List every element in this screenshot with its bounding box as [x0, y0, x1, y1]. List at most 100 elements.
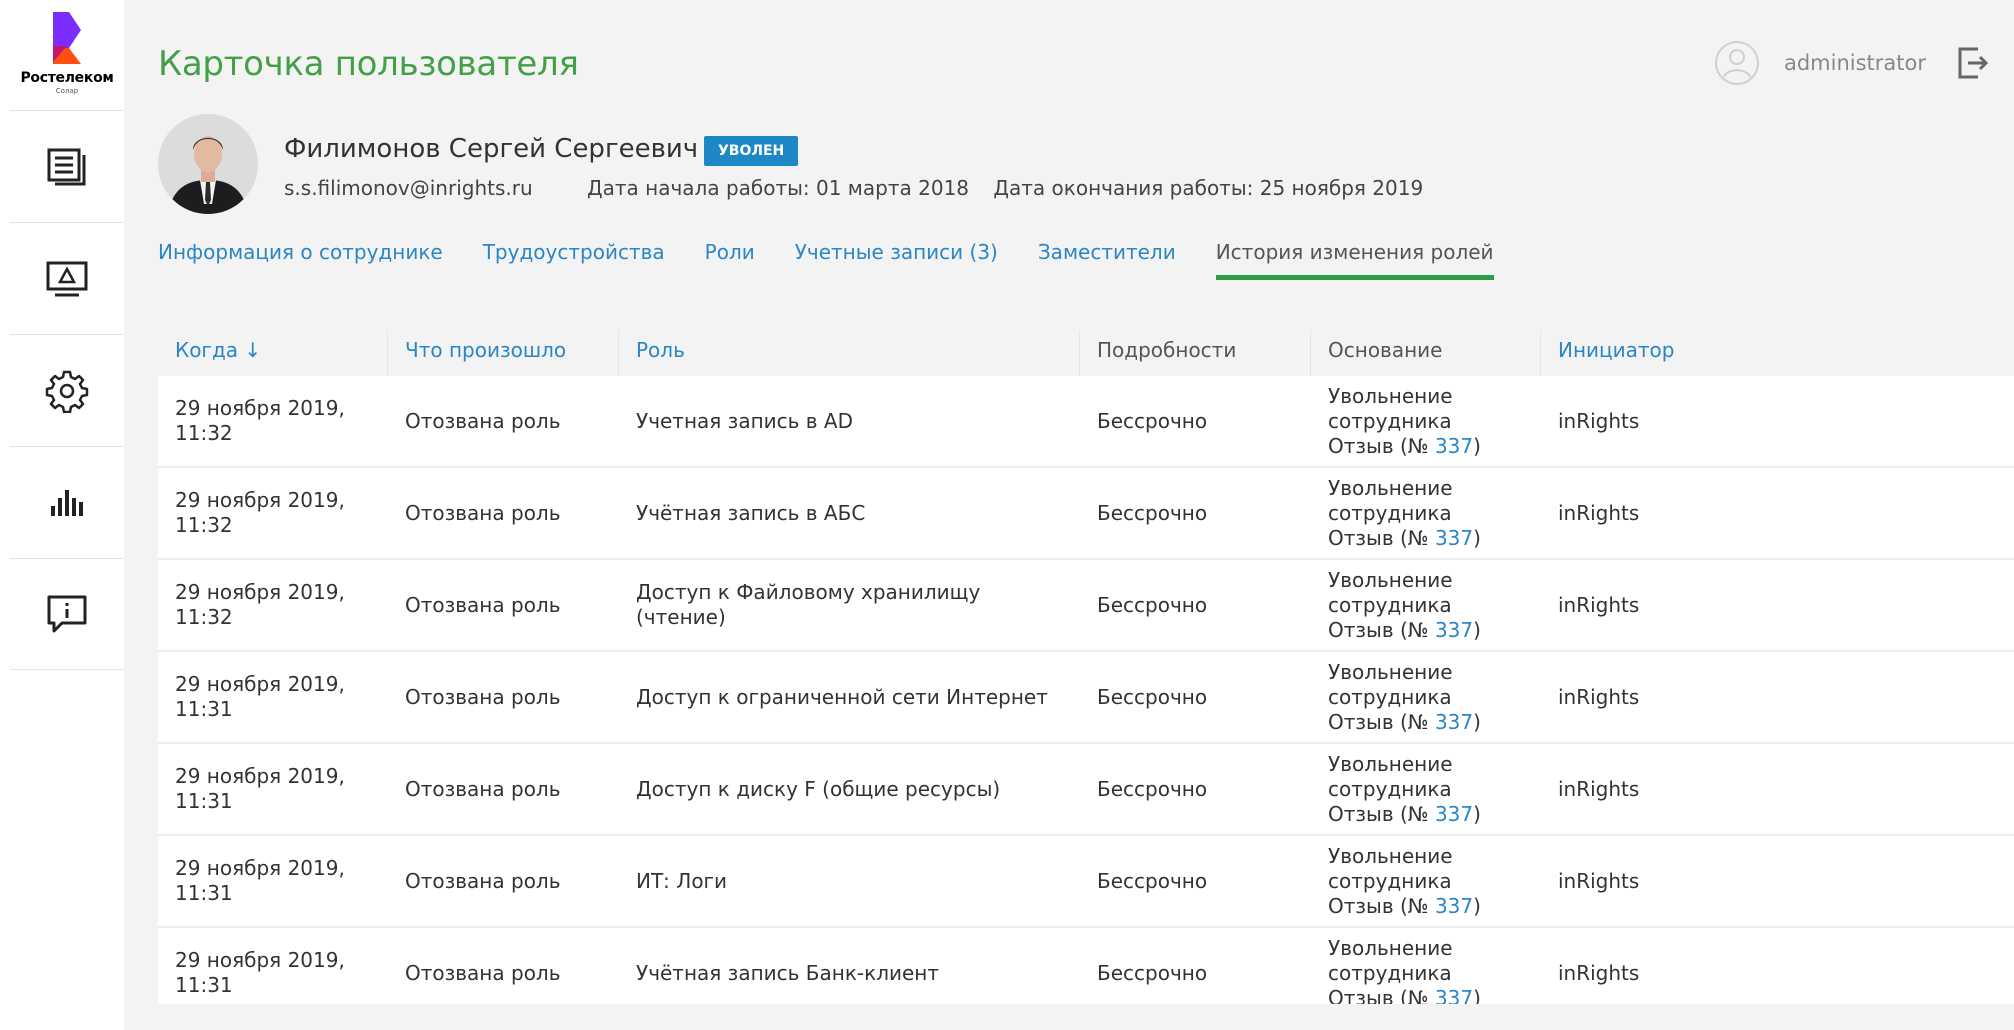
- request-link[interactable]: 337: [1435, 618, 1473, 642]
- tab-employee-info[interactable]: Информация о сотруднике: [158, 240, 443, 280]
- cell-event: Отозвана роль: [405, 960, 561, 985]
- cell-role: Доступ к диску F (общие ресурсы): [636, 776, 1001, 801]
- table-row[interactable]: 29 ноября 2019, 11:32 Отозвана роль Учётн…: [158, 468, 2014, 560]
- cell-event: Отозвана роль: [405, 868, 561, 893]
- table-row[interactable]: 29 ноября 2019, 11:31 Отозвана роль Учётн…: [158, 928, 2014, 1004]
- cell-basis: Увольнение сотрудника Отзыв (№ 337): [1328, 751, 1481, 826]
- profile-meta: s.s.filimonov@inrights.ru Дата начала ра…: [284, 176, 1441, 200]
- cell-when: 29 ноября 2019, 11:31: [175, 672, 345, 721]
- cell-initiator: inRights: [1558, 408, 1640, 433]
- profile-photo: [158, 114, 258, 214]
- brand-name: Ростелеком: [20, 70, 114, 86]
- tab-role-history[interactable]: История изменения ролей: [1215, 240, 1494, 280]
- cell-event: Отозвана роль: [405, 776, 561, 801]
- column-header-event[interactable]: Что произошло: [388, 330, 619, 376]
- cell-event: Отозвана роль: [405, 592, 561, 617]
- cell-details: Бессрочно: [1097, 500, 1208, 525]
- cell-initiator: inRights: [1558, 592, 1640, 617]
- cell-basis: Увольнение сотрудника Отзыв (№ 337): [1328, 475, 1481, 550]
- request-link[interactable]: 337: [1435, 710, 1473, 734]
- cell-role: Учётная запись Банк-клиент: [636, 960, 940, 985]
- sidebar-item-documents[interactable]: [10, 110, 124, 222]
- table-body: 29 ноября 2019, 11:32 Отозвана роль Учетн…: [158, 376, 2014, 1004]
- cell-event: Отозвана роль: [405, 500, 561, 525]
- profile-photo-image: [158, 114, 258, 214]
- brand-subtitle: Солар: [55, 87, 79, 95]
- profile-email: s.s.filimonov@inrights.ru: [284, 176, 533, 200]
- cell-when: 29 ноября 2019, 11:31: [175, 764, 345, 813]
- cell-event: Отозвана роль: [405, 684, 561, 709]
- table-row[interactable]: 29 ноября 2019, 11:32 Отозвана роль Досту…: [158, 560, 2014, 652]
- cell-details: Бессрочно: [1097, 960, 1208, 985]
- monitor-icon: [46, 261, 88, 296]
- cell-details: Бессрочно: [1097, 868, 1208, 893]
- request-link[interactable]: 337: [1435, 434, 1473, 458]
- current-user-name[interactable]: administrator: [1784, 51, 1926, 75]
- sidebar-item-settings[interactable]: [10, 334, 124, 446]
- cell-role: Учётная запись в АБС: [636, 500, 866, 525]
- cell-basis: Увольнение сотрудника Отзыв (№ 337): [1311, 936, 1541, 1005]
- cell-role: Учетная запись в AD: [636, 408, 854, 433]
- cell-details: Бессрочно: [1097, 592, 1208, 617]
- column-header-when[interactable]: Когда ↓: [158, 330, 388, 376]
- cell-when: 29 ноября 2019, 11:31: [175, 948, 345, 997]
- cell-role: Доступ к Файловому хранилищу (чтение): [636, 580, 981, 629]
- request-link[interactable]: 337: [1435, 894, 1473, 918]
- cell-when: 29 ноября 2019, 11:32: [175, 396, 345, 445]
- table-row[interactable]: 29 ноября 2019, 11:31 Отозвана роль Досту…: [158, 744, 2014, 836]
- column-header-initiator[interactable]: Инициатор: [1541, 330, 2014, 376]
- page-bottom: [124, 1004, 2014, 1030]
- table-header: Когда ↓ Что произошло Роль Подробности О…: [158, 330, 2014, 376]
- cell-when: 29 ноября 2019, 11:31: [175, 856, 345, 905]
- profile-start-date: Дата начала работы: 01 марта 2018: [587, 176, 970, 200]
- cell-details: Бессрочно: [1097, 408, 1208, 433]
- request-link[interactable]: 337: [1435, 802, 1473, 826]
- cell-initiator: inRights: [1558, 960, 1640, 985]
- table-row[interactable]: 29 ноября 2019, 11:31 Отозвана роль ИТ: Л…: [158, 836, 2014, 928]
- documents-icon: [47, 148, 86, 185]
- sidebar-item-monitor[interactable]: [10, 222, 124, 334]
- page-title: Карточка пользователя: [158, 44, 579, 84]
- profile-full-name: Филимонов Сергей Сергеевич: [284, 134, 699, 164]
- request-link[interactable]: 337: [1435, 526, 1473, 550]
- cell-role: ИТ: Логи: [636, 868, 728, 893]
- user-area: administrator: [1714, 40, 1990, 86]
- tab-deputies[interactable]: Заместители: [1038, 240, 1176, 280]
- cell-when: 29 ноября 2019, 11:32: [175, 488, 345, 537]
- main-content: Карточка пользователя administrator Фили…: [124, 0, 2014, 1030]
- column-header-details: Подробности: [1080, 330, 1311, 376]
- gear-icon: [45, 370, 89, 413]
- cell-event: Отозвана роль: [405, 408, 561, 433]
- status-badge: УВОЛЕН: [704, 136, 799, 166]
- role-history-table: Когда ↓ Что произошло Роль Подробности О…: [158, 330, 2014, 376]
- info-message-icon: [47, 595, 87, 633]
- rostelecom-logo-icon: [53, 12, 81, 64]
- cell-initiator: inRights: [1558, 500, 1640, 525]
- cell-role: Доступ к ограниченной сети Интернет: [636, 684, 1048, 709]
- tab-employments[interactable]: Трудоустройства: [483, 240, 665, 280]
- cell-basis: Увольнение сотрудника Отзыв (№ 337): [1328, 567, 1481, 642]
- request-link[interactable]: 337: [1435, 986, 1473, 1005]
- profile-end-date: Дата окончания работы: 25 ноября 2019: [993, 176, 1424, 200]
- user-avatar-icon[interactable]: [1714, 40, 1760, 86]
- cell-initiator: inRights: [1558, 868, 1640, 893]
- sidebar: Ростелеком Солар: [0, 0, 124, 1030]
- cell-when: 29 ноября 2019, 11:32: [175, 580, 345, 629]
- tab-roles[interactable]: Роли: [705, 240, 755, 280]
- cell-basis: Увольнение сотрудника Отзыв (№ 337): [1328, 383, 1481, 458]
- cell-initiator: inRights: [1558, 776, 1640, 801]
- column-header-role[interactable]: Роль: [619, 330, 1080, 376]
- profile-tabs: Информация о сотруднике Трудоустройства …: [158, 240, 1534, 280]
- sidebar-item-messages[interactable]: [10, 558, 124, 670]
- sidebar-item-reports[interactable]: [10, 446, 124, 558]
- cell-details: Бессрочно: [1097, 684, 1208, 709]
- cell-basis: Увольнение сотрудника Отзыв (№ 337): [1328, 843, 1481, 918]
- column-header-basis: Основание: [1311, 330, 1541, 376]
- cell-basis: Увольнение сотрудника Отзыв (№ 337): [1328, 659, 1481, 734]
- brand-logo[interactable]: Ростелеком Солар: [10, 0, 124, 108]
- cell-details: Бессрочно: [1097, 776, 1208, 801]
- logout-icon[interactable]: [1956, 45, 1990, 81]
- tab-accounts[interactable]: Учетные записи (3): [795, 240, 998, 280]
- table-row[interactable]: 29 ноября 2019, 11:31 Отозвана роль Досту…: [158, 652, 2014, 744]
- table-row[interactable]: 29 ноября 2019, 11:32 Отозвана роль Учетн…: [158, 376, 2014, 468]
